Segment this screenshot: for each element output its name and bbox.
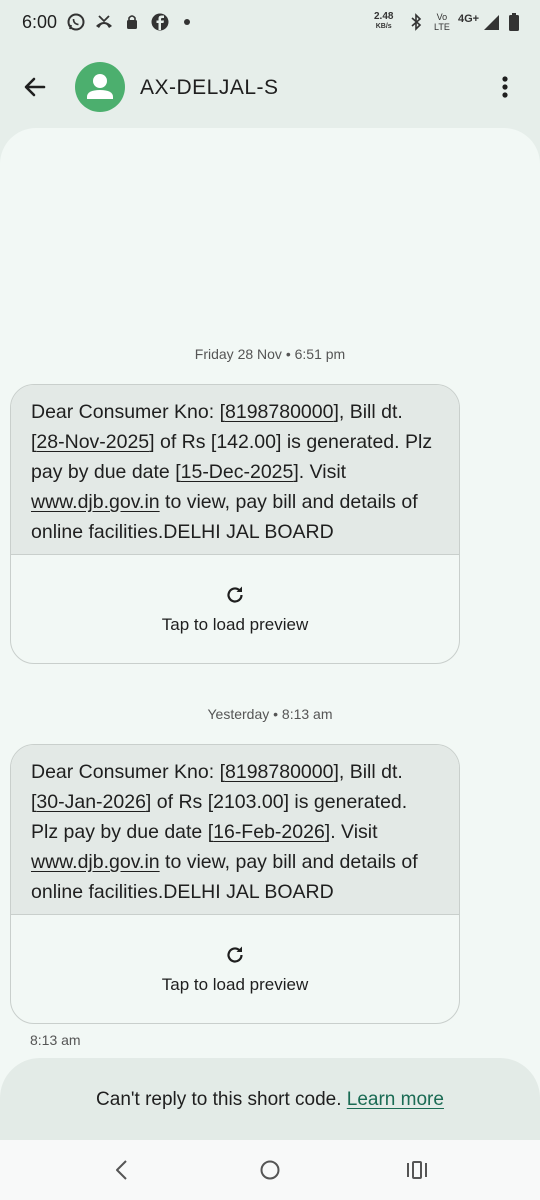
network-speed: 2.48 KB/s (374, 11, 394, 31)
lock-icon (127, 15, 137, 29)
message-bubble[interactable]: Dear Consumer Kno: [8198780000], Bill dt… (10, 744, 460, 1024)
whatsapp-icon (67, 13, 85, 31)
conversation-header: AX-DELJAL-S (0, 46, 540, 128)
missed-call-icon (96, 15, 112, 28)
contact-name[interactable]: AX-DELJAL-S (140, 76, 279, 100)
refresh-icon (227, 586, 243, 603)
nav-recents-icon[interactable] (405, 1158, 429, 1182)
learn-more-link[interactable]: Learn more (347, 1089, 444, 1110)
message-list[interactable]: Friday 28 Nov • 6:51 pm Dear Consumer Kn… (0, 128, 540, 1140)
bluetooth-icon (411, 13, 422, 31)
preview-label: Tap to load preview (161, 975, 309, 994)
link-preview-button[interactable]: Tap to load preview (11, 915, 459, 1023)
date-divider: Friday 28 Nov • 6:51 pm (194, 346, 346, 362)
message-link[interactable]: www.djb.gov.in (31, 851, 160, 873)
status-time: 6:00 (22, 12, 58, 32)
facebook-icon (151, 13, 169, 31)
more-vert-icon[interactable] (494, 72, 516, 102)
signal-icon (484, 15, 499, 30)
message-text[interactable]: Dear Consumer Kno: [8198780000], Bill dt… (11, 385, 459, 555)
link-preview-button[interactable]: Tap to load preview (11, 555, 459, 663)
volte-indicator: Vo LTE (434, 12, 450, 32)
back-arrow-icon[interactable] (18, 70, 52, 104)
system-nav-bar (0, 1140, 540, 1200)
nav-back-icon[interactable] (110, 1158, 134, 1182)
date-divider: Yesterday • 8:13 am (207, 706, 333, 722)
message-text[interactable]: Dear Consumer Kno: [8198780000], Bill dt… (11, 745, 459, 915)
battery-icon (509, 13, 519, 31)
preview-label: Tap to load preview (161, 615, 309, 634)
message-bubble[interactable]: Dear Consumer Kno: [8198780000], Bill dt… (10, 384, 460, 664)
message-timestamp: 8:13 am (30, 1032, 81, 1048)
reply-notice: Can't reply to this short code. Learn mo… (96, 1089, 444, 1110)
person-icon (87, 74, 113, 99)
network-type: 4G+ (458, 13, 480, 25)
notification-dot (184, 19, 190, 25)
refresh-icon (227, 946, 243, 963)
reply-notice-bar: Can't reply to this short code. Learn mo… (0, 1058, 540, 1140)
avatar[interactable] (75, 62, 125, 112)
nav-home-icon[interactable] (258, 1158, 282, 1182)
status-bar: 6:00 2.48 KB/s Vo LTE 4G+ (0, 0, 540, 46)
message-link[interactable]: www.djb.gov.in (31, 491, 160, 513)
